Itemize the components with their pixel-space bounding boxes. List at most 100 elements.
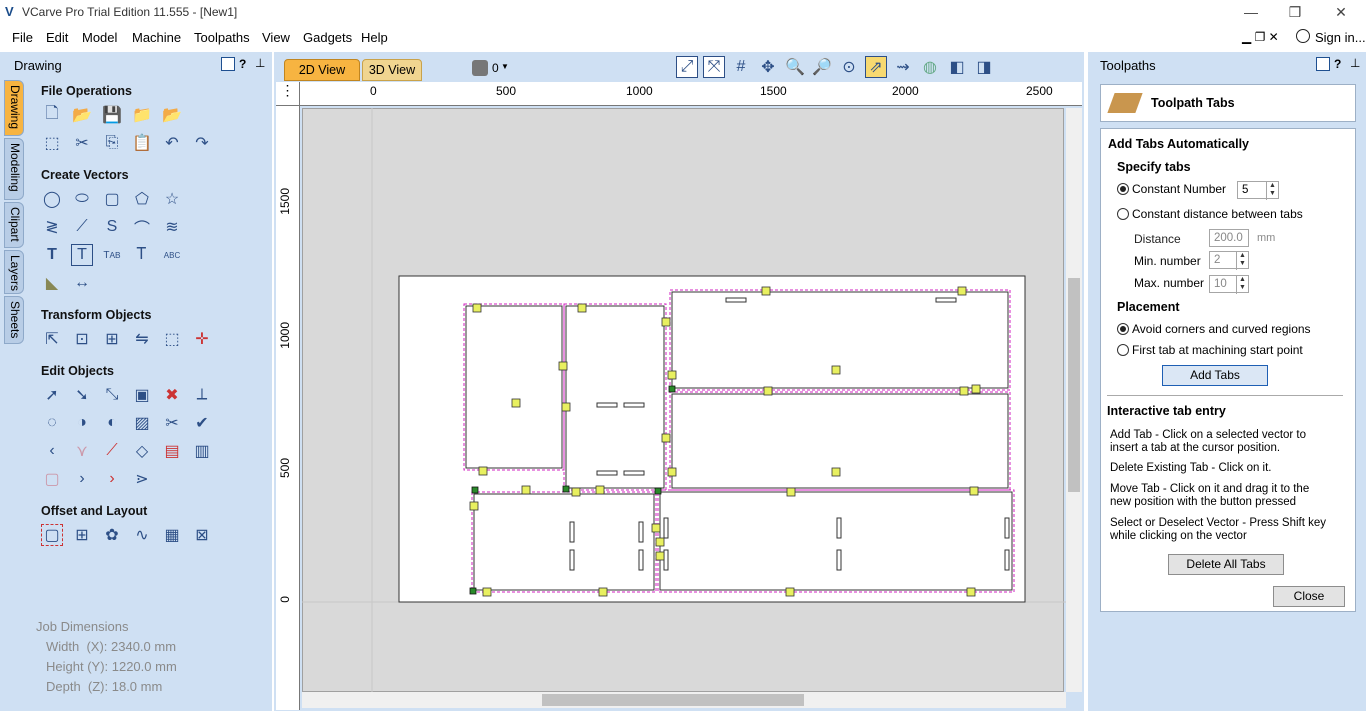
tab-marker[interactable] bbox=[667, 467, 677, 477]
chevron-down-icon[interactable]: ▼ bbox=[501, 62, 509, 71]
circle-icon[interactable]: ◯ bbox=[41, 188, 63, 210]
join-open-icon[interactable]: › bbox=[71, 468, 93, 490]
cut-icon[interactable]: ✂ bbox=[71, 132, 93, 154]
horizontal-scrollbar[interactable] bbox=[302, 692, 1066, 708]
paste-icon[interactable]: 📋 bbox=[131, 132, 153, 154]
mdi-controls[interactable]: ▁ ❐ ✕ bbox=[1242, 30, 1279, 44]
subtract-icon[interactable]: ◑ bbox=[71, 412, 93, 434]
bitmap-trace-icon[interactable]: ▥ bbox=[191, 440, 213, 462]
zoom-material-icon[interactable]: ⤧ bbox=[703, 56, 725, 78]
tabs-icon[interactable]: ▤ bbox=[161, 440, 183, 462]
spinner-arrows-icon[interactable]: ▲ ▼ bbox=[1266, 182, 1278, 200]
tab-marker[interactable] bbox=[959, 386, 969, 396]
nesting-icon[interactable]: ▦ bbox=[161, 524, 183, 546]
zoom-in-icon[interactable]: 🔍 bbox=[784, 56, 806, 78]
close-window-button[interactable]: ✕ bbox=[1318, 0, 1364, 26]
toolpath-view-icon[interactable]: ⇝ bbox=[892, 56, 914, 78]
line-icon[interactable]: ⟋ bbox=[71, 216, 93, 238]
vertical-scroll-thumb[interactable] bbox=[1068, 278, 1080, 492]
menu-view[interactable]: View bbox=[262, 30, 290, 45]
copy-icon[interactable]: ⎘ bbox=[101, 132, 123, 154]
polygon-icon[interactable]: ⬠ bbox=[131, 188, 153, 210]
close-button[interactable]: Close bbox=[1273, 586, 1345, 607]
tab-3d-view[interactable]: 3D View bbox=[362, 59, 422, 81]
array-icon[interactable]: ⊞ bbox=[71, 524, 93, 546]
scale-icon[interactable]: ⊡ bbox=[71, 328, 93, 350]
tab-marker[interactable] bbox=[598, 587, 608, 597]
avoid-corners-radio[interactable] bbox=[1117, 323, 1129, 335]
tab-marker[interactable] bbox=[763, 386, 773, 396]
fillet-icon[interactable]: ◣ bbox=[41, 272, 63, 294]
tab-marker[interactable] bbox=[521, 485, 531, 495]
help-icon[interactable]: ? bbox=[239, 57, 246, 71]
tab-sheets[interactable]: Sheets bbox=[4, 296, 24, 344]
redo-icon[interactable]: ↷ bbox=[191, 132, 213, 154]
menu-model[interactable]: Model bbox=[82, 30, 117, 45]
tab-drawing[interactable]: Drawing bbox=[4, 80, 24, 136]
set-position-icon[interactable]: ✛ bbox=[191, 328, 213, 350]
join-curve-icon[interactable]: › bbox=[101, 468, 123, 490]
text-icon[interactable]: T bbox=[41, 244, 63, 266]
ruler-corner-icon[interactable]: ⋮ bbox=[276, 82, 300, 106]
star-icon[interactable]: ☆ bbox=[161, 188, 183, 210]
tab-marker[interactable] bbox=[651, 523, 661, 533]
max-number-input[interactable]: 10 ▲ ▼ bbox=[1209, 275, 1249, 294]
preview-icon[interactable]: ◍ bbox=[919, 56, 941, 78]
dimension-icon[interactable]: ↔ bbox=[71, 272, 93, 294]
transform-select-icon[interactable]: ⤡ bbox=[101, 384, 123, 406]
autolayout-text-icon[interactable]: T bbox=[71, 244, 93, 266]
tab-marker[interactable] bbox=[661, 433, 671, 443]
tab-marker[interactable] bbox=[786, 487, 796, 497]
tab-clipart[interactable]: Clipart bbox=[4, 202, 24, 248]
circular-array-icon[interactable]: ✿ bbox=[101, 524, 123, 546]
spiral-icon[interactable]: ≋ bbox=[161, 216, 183, 238]
intersect-icon[interactable]: ◐ bbox=[101, 412, 123, 434]
save-file-icon[interactable]: 💾 bbox=[101, 104, 123, 126]
tab-modeling[interactable]: Modeling bbox=[4, 138, 24, 200]
user-icon[interactable] bbox=[1296, 29, 1310, 43]
curve-icon[interactable]: S bbox=[101, 216, 123, 238]
menu-machine[interactable]: Machine bbox=[132, 30, 181, 45]
tab-marker[interactable] bbox=[561, 402, 571, 412]
tab-marker[interactable] bbox=[831, 467, 841, 477]
undo-icon[interactable]: ↶ bbox=[161, 132, 183, 154]
snap-icon[interactable]: ⇗ bbox=[865, 56, 887, 78]
add-tabs-button[interactable]: Add Tabs bbox=[1162, 365, 1268, 386]
pushpin-icon[interactable]: ⊥ bbox=[255, 56, 265, 70]
fit-text-icon[interactable]: ⊠ bbox=[191, 524, 213, 546]
measure-icon[interactable]: ⟂ bbox=[191, 384, 213, 406]
right-pushpin-icon[interactable]: ⊥ bbox=[1350, 56, 1360, 70]
grid-icon[interactable]: # bbox=[730, 56, 752, 78]
select-icon[interactable]: ➚ bbox=[41, 384, 63, 406]
delete-icon[interactable]: ✖ bbox=[161, 384, 183, 406]
distance-input[interactable]: 200.0 bbox=[1209, 229, 1249, 247]
ellipse-icon[interactable]: ⬭ bbox=[71, 188, 93, 210]
distort-icon[interactable]: ⬚ bbox=[161, 328, 183, 350]
menu-toolpaths[interactable]: Toolpaths bbox=[194, 30, 250, 45]
zoom-drawing-icon[interactable]: ⤢ bbox=[676, 56, 698, 78]
select-inside-icon[interactable]: ▣ bbox=[131, 384, 153, 406]
tab-marker[interactable] bbox=[761, 286, 771, 296]
mirror-icon[interactable]: ⇋ bbox=[131, 328, 153, 350]
sign-in-link[interactable]: Sign in... bbox=[1315, 30, 1366, 45]
delete-all-tabs-button[interactable]: Delete All Tabs bbox=[1168, 554, 1284, 575]
tab-marker[interactable] bbox=[511, 398, 521, 408]
layout-left-icon[interactable]: ◧ bbox=[946, 56, 968, 78]
extend-icon[interactable]: ‹ bbox=[41, 440, 63, 462]
text-spacing-icon[interactable]: ABC bbox=[161, 244, 183, 266]
pan-icon[interactable]: ✥ bbox=[757, 56, 779, 78]
node-edit-icon[interactable]: ➘ bbox=[71, 384, 93, 406]
constant-distance-radio[interactable] bbox=[1117, 208, 1129, 220]
tab-marker[interactable] bbox=[661, 317, 671, 327]
tab-marker[interactable] bbox=[577, 303, 587, 313]
tab-marker[interactable] bbox=[785, 587, 795, 597]
tab-marker[interactable] bbox=[482, 587, 492, 597]
design-svg[interactable] bbox=[302, 108, 1066, 692]
zoom-box-icon[interactable]: ⊙ bbox=[838, 56, 860, 78]
tab-marker[interactable] bbox=[957, 286, 967, 296]
close-vectors-icon[interactable]: ▢ bbox=[41, 468, 63, 490]
tab-marker[interactable] bbox=[831, 365, 841, 375]
tab-marker[interactable] bbox=[971, 384, 981, 394]
constant-number-radio[interactable] bbox=[1117, 183, 1129, 195]
min-number-input[interactable]: 2 ▲ ▼ bbox=[1209, 251, 1249, 270]
